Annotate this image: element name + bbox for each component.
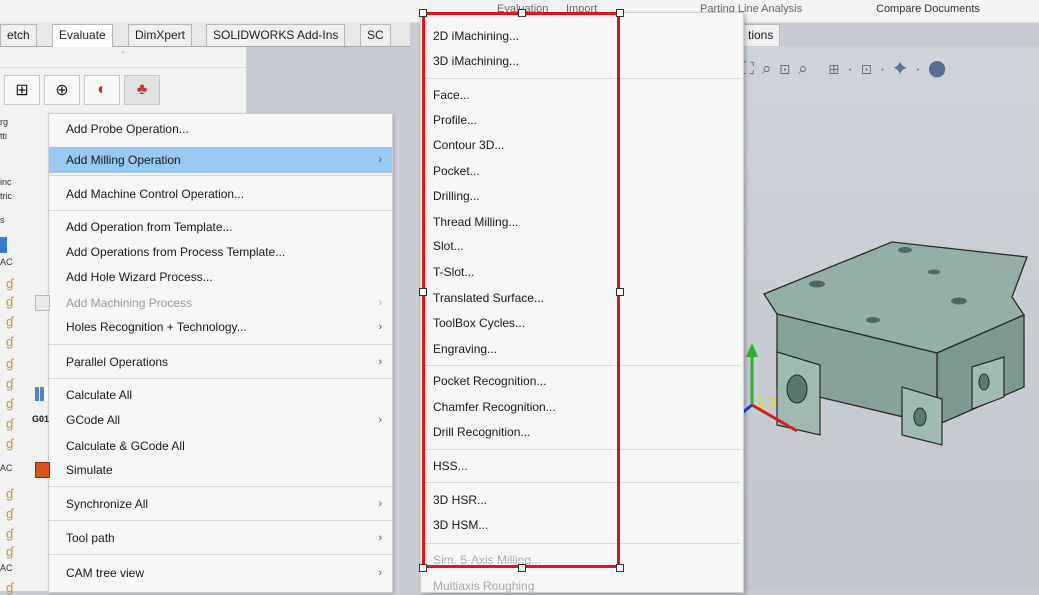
menu-item-gcode-all[interactable]: G01 GCode All ›	[32, 407, 392, 433]
menu-item-cam-tree-view[interactable]: CAM tree view ›	[49, 560, 392, 586]
tree-fragment: rg	[0, 117, 9, 127]
annotation-highlight-box	[422, 12, 620, 568]
cam-tree-edge: rg tti inc tric s AC ɠ ɠ ɠ ɠ ɠ ɠ ɠ ɠ ɠ A…	[0, 117, 24, 595]
operation-icon: ɠ	[6, 580, 14, 595]
tab-dimxpert[interactable]: DimXpert	[128, 24, 193, 46]
menu-item-tool-path[interactable]: Tool path ›	[49, 525, 392, 551]
menu-separator	[49, 554, 392, 555]
chevron-right-icon: ›	[378, 567, 382, 579]
operation-icon: ɠ	[6, 376, 14, 391]
chevron-right-icon: ›	[378, 154, 382, 166]
tree-fragment: tti	[0, 131, 8, 141]
appearance-tab-icon[interactable]: ◐	[84, 75, 120, 105]
tree-fragment: s	[0, 215, 5, 225]
resize-handle[interactable]	[616, 9, 624, 17]
chevron-right-icon: ›	[378, 414, 382, 426]
operation-icon: ɠ	[6, 506, 14, 521]
chevron-right-icon: ›	[378, 532, 382, 544]
operation-icon: ɠ	[6, 416, 14, 431]
tree-fragment: AC	[0, 563, 13, 573]
menu-separator	[49, 486, 392, 487]
operation-icon: ɠ	[6, 334, 14, 349]
resize-handle[interactable]	[419, 9, 427, 17]
machining-process-icon	[35, 295, 50, 311]
menu-separator	[49, 520, 392, 521]
operation-icon: ɠ	[6, 314, 14, 329]
menu-item-add-operation-from-template[interactable]: Add Operation from Template...	[49, 214, 392, 240]
chevron-right-icon: ›	[378, 297, 382, 309]
resize-handle[interactable]	[419, 288, 427, 296]
resize-handle[interactable]	[419, 564, 427, 572]
tree-selection-marker	[0, 237, 7, 253]
menu-item-holes-recognition[interactable]: Holes Recognition + Technology... ›	[49, 314, 392, 340]
menu-item-add-milling-operation[interactable]: Add Milling Operation ›	[49, 147, 392, 173]
menu-item-add-machine-control-operation[interactable]: Add Machine Control Operation...	[49, 181, 392, 207]
tab-solidworks-addins[interactable]: SOLIDWORKS Add-Ins	[206, 24, 346, 46]
tab-sketch[interactable]: etch	[0, 24, 37, 46]
cam-tab-icon[interactable]: ♣	[124, 75, 160, 105]
menu-separator	[49, 210, 392, 211]
menu-item-calculate-all[interactable]: Calculate All	[35, 382, 392, 408]
operation-icon: ɠ	[6, 544, 14, 559]
operation-icon: ɠ	[6, 526, 14, 541]
annotation-dashed-border	[428, 18, 614, 562]
menu-separator	[49, 344, 392, 345]
gcode-icon: G01	[32, 414, 50, 424]
operation-icon: ɠ	[6, 356, 14, 371]
resize-handle[interactable]	[518, 564, 526, 572]
manager-tabs: ⊞ ⊕ ◐ ♣	[0, 75, 246, 105]
property-manager-tab-icon[interactable]: ⊕	[44, 75, 80, 105]
tree-fragment: tric	[0, 191, 12, 201]
command-tabs: etch Evaluate DimXpert SOLIDWORKS Add-In…	[0, 22, 410, 47]
tree-fragment: AC	[0, 257, 13, 267]
menu-item-add-probe-operation[interactable]: Add Probe Operation...	[49, 116, 392, 142]
menu-item-synchronize-all[interactable]: Synchronize All ›	[49, 491, 392, 517]
menu-separator	[49, 378, 392, 379]
chevron-right-icon: ›	[378, 356, 382, 368]
tree-fragment: inc	[0, 177, 12, 187]
resize-handle[interactable]	[616, 288, 624, 296]
tree-fragment: AC	[0, 463, 13, 473]
tab-evaluate[interactable]: Evaluate	[52, 24, 113, 47]
chevron-right-icon: ›	[378, 498, 382, 510]
menu-item-parallel-operations[interactable]: Parallel Operations ›	[49, 349, 392, 375]
menu-item-add-machining-process[interactable]: Add Machining Process ›	[35, 290, 392, 316]
pin-icon[interactable]: ◦	[0, 47, 246, 68]
operation-icon: ɠ	[6, 294, 14, 309]
operation-icon: ɠ	[6, 276, 14, 291]
compare-documents-button[interactable]: Compare Documents	[876, 3, 980, 15]
chevron-right-icon: ›	[378, 321, 382, 333]
part-model: 1-3	[742, 241, 1028, 446]
svg-text:1-3: 1-3	[756, 394, 776, 410]
menu-item-add-operations-from-process-template[interactable]: Add Operations from Process Template...	[49, 239, 392, 265]
calculate-icon	[35, 387, 48, 401]
operation-icon: ɠ	[6, 396, 14, 411]
feature-tree-tab-icon[interactable]: ⊞	[4, 75, 40, 105]
menu-separator	[49, 175, 392, 176]
resize-handle[interactable]	[518, 9, 526, 17]
menu-item-add-hole-wizard-process[interactable]: Add Hole Wizard Process...	[49, 264, 392, 290]
simulate-icon	[35, 462, 50, 478]
menu-item-simulate[interactable]: Simulate	[35, 457, 392, 483]
resize-handle[interactable]	[616, 564, 624, 572]
tab-options[interactable]: tions	[741, 24, 781, 46]
graphics-viewport[interactable]: ⛶⌕⊡⌕ ⊞·⊡·✦·⬤ 1-3	[742, 47, 1039, 591]
cam-context-menu: Add Probe Operation... Add Milling Opera…	[32, 113, 393, 593]
menu-item-calculate-gcode-all[interactable]: Calculate & GCode All	[49, 433, 392, 459]
tab-truncated[interactable]: SC	[360, 24, 391, 46]
operation-icon: ɠ	[6, 486, 14, 501]
operation-icon: ɠ	[6, 436, 14, 451]
